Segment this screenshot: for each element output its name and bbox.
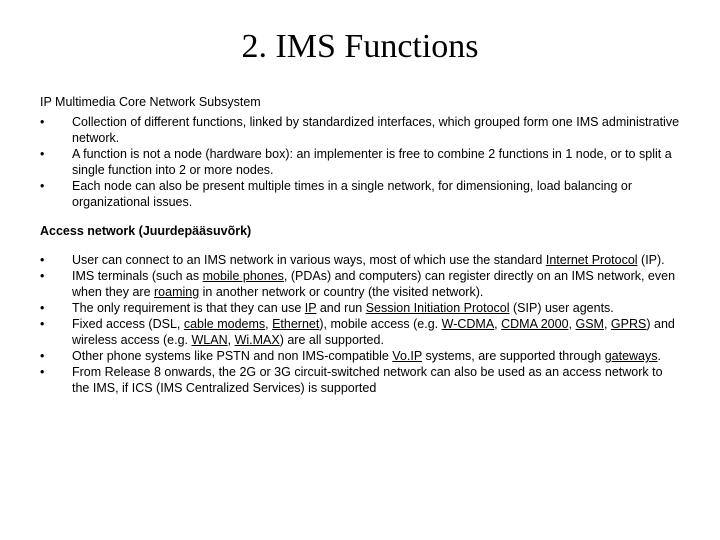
bullet-list-1: Collection of different functions, linke… bbox=[40, 114, 680, 210]
access-network-heading: Access network (Juurdepääsuvõrk) bbox=[40, 224, 680, 238]
list-item: The only requirement is that they can us… bbox=[40, 300, 680, 316]
intro-line: IP Multimedia Core Network Subsystem bbox=[40, 94, 680, 110]
list-item: A function is not a node (hardware box):… bbox=[40, 146, 680, 178]
slide-title: 2. IMS Functions bbox=[40, 28, 680, 66]
list-item: Each node can also be present multiple t… bbox=[40, 178, 680, 210]
bullet-list-2: User can connect to an IMS network in va… bbox=[40, 252, 680, 396]
list-item: Fixed access (DSL, cable modems, Etherne… bbox=[40, 316, 680, 348]
list-item: Collection of different functions, linke… bbox=[40, 114, 680, 146]
list-item: Other phone systems like PSTN and non IM… bbox=[40, 348, 680, 364]
list-item: User can connect to an IMS network in va… bbox=[40, 252, 680, 268]
list-item: From Release 8 onwards, the 2G or 3G cir… bbox=[40, 364, 680, 396]
list-item: IMS terminals (such as mobile phones, (P… bbox=[40, 268, 680, 300]
